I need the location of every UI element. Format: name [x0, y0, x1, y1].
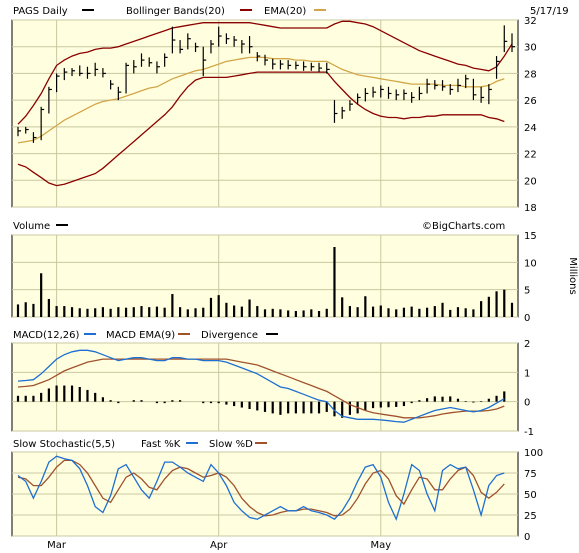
- x-axis-label: May: [370, 540, 391, 551]
- price-tick-label: 26: [524, 96, 537, 107]
- price-plot-area: [11, 19, 519, 208]
- price-tick-label: 22: [524, 150, 537, 161]
- volume-tick-label: 10: [524, 258, 537, 269]
- price-tick-label: 28: [524, 69, 537, 80]
- legend-divergence: Divergence: [201, 330, 258, 341]
- stochastic-tick-label: 0: [524, 532, 530, 543]
- legend-fast-k: Fast %K: [141, 439, 181, 450]
- stochastic-tick-label: 25: [524, 511, 537, 522]
- legend-volume: Volume: [13, 221, 50, 232]
- price-tick-label: 30: [524, 43, 537, 54]
- legend-macd-ema: MACD EMA(9): [106, 330, 175, 341]
- stock-chart: PAGS Daily Bollinger Bands(20) EMA(20) 5…: [0, 0, 579, 553]
- price-tick-label: 20: [524, 176, 537, 187]
- legend-bollinger: Bollinger Bands(20): [126, 6, 225, 17]
- volume-tick-label: 5: [524, 286, 530, 297]
- legend-slow-d: Slow %D: [209, 439, 253, 450]
- volume-tick-label: 0: [524, 313, 530, 324]
- macd-tick-label: 1: [524, 368, 530, 379]
- macd-tick-label: -1: [524, 427, 534, 438]
- stochastic-tick-label: 50: [524, 490, 537, 501]
- price-tick-label: 24: [524, 123, 537, 134]
- x-axis-label: Apr: [210, 540, 228, 551]
- legend-macd: MACD(12,26): [13, 330, 80, 341]
- price-tick-label: 18: [524, 203, 537, 214]
- x-axis-label: Mar: [47, 540, 67, 551]
- stochastic-tick-label: 75: [524, 469, 537, 480]
- stochastic-tick-label: 100: [524, 448, 543, 459]
- macd-panel: MACD(12,26) MACD EMA(9) Divergence -1 0 1 2: [11, 330, 534, 438]
- legend-ema: EMA(20): [264, 6, 306, 17]
- watermark: ©BigCharts.com: [422, 221, 505, 232]
- stochastic-panel: Slow Stochastic(5,5) Fast %K Slow %D 0 25…: [11, 439, 543, 543]
- volume-tick-label: 15: [524, 231, 537, 242]
- volume-panel: Volume ©BigCharts.com 0 5 10 15 Millions: [11, 221, 578, 324]
- volume-unit-label: Millions: [567, 257, 578, 294]
- macd-plot-area: [11, 342, 519, 432]
- legend-stochastic: Slow Stochastic(5,5): [13, 439, 115, 450]
- price-panel: PAGS Daily Bollinger Bands(20) EMA(20) 5…: [11, 6, 569, 214]
- macd-tick-label: 0: [524, 398, 530, 409]
- legend-price: PAGS Daily: [13, 6, 68, 17]
- macd-tick-label: 2: [524, 339, 530, 350]
- price-tick-label: 32: [524, 16, 537, 27]
